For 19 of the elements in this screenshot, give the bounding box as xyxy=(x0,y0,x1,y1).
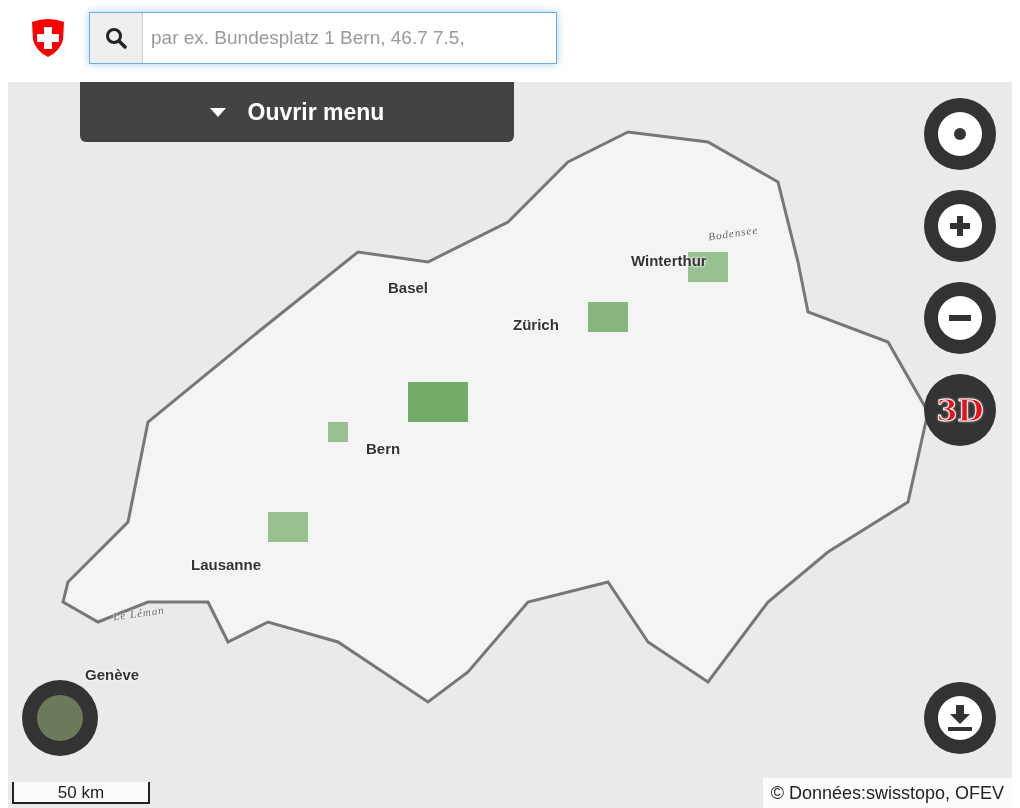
scale-bar: 50 km xyxy=(12,782,150,804)
search-icon[interactable] xyxy=(105,27,127,49)
city-label: Bern xyxy=(366,440,401,457)
lake-label: Bodensee xyxy=(707,223,759,243)
city-label: Basel xyxy=(388,279,429,296)
locate-icon xyxy=(954,128,966,140)
attribution-text: © Données:swisstopo, OFEV xyxy=(762,778,1012,808)
city-label: Winterthur xyxy=(631,252,707,269)
aerial-photo-placeholder xyxy=(37,695,83,741)
swiss-shield-logo xyxy=(30,18,66,58)
caret-icon xyxy=(209,107,226,117)
open-menu-button[interactable]: Ouvrir menu xyxy=(80,82,514,142)
search-field[interactable]: par ex. Bundesplatz 1 Bern, 46.7 7.5, xyxy=(89,12,557,64)
city-label: Zürich xyxy=(513,316,559,333)
minus-icon xyxy=(949,315,971,321)
download-icon xyxy=(948,705,972,731)
plus-icon xyxy=(950,216,970,236)
city-label: Lausanne xyxy=(191,556,262,573)
city-label: Genève xyxy=(85,666,140,683)
